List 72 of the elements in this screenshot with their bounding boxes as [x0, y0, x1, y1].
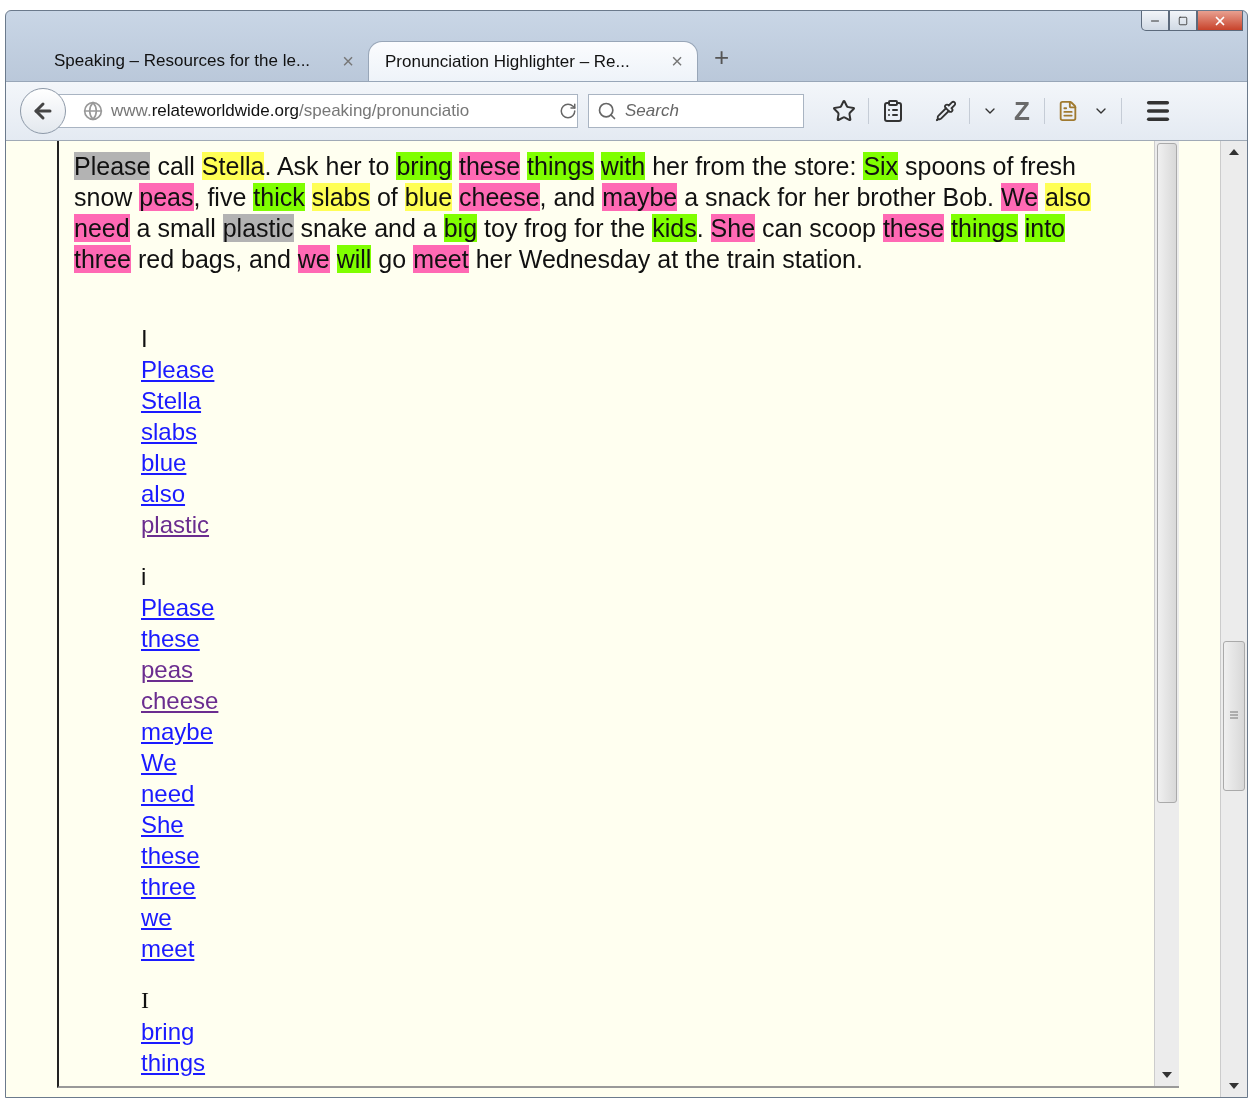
url-text: www.relateworldwide.org/speaking/pronunciatio: [111, 101, 471, 121]
highlighted-word: these: [458, 152, 521, 180]
highlighted-word: things: [527, 152, 594, 180]
word-link[interactable]: Please: [141, 354, 215, 385]
highlighted-word: also: [1045, 183, 1091, 211]
word-link[interactable]: peas: [141, 654, 194, 685]
highlighted-word: need: [74, 214, 130, 242]
highlighted-word: we: [297, 245, 330, 273]
highlighted-word: things: [951, 214, 1018, 242]
tab-title: Speaking – Resources for the le...: [54, 51, 311, 71]
highlighted-word: Please: [74, 152, 151, 180]
tab-close-button[interactable]: ×: [671, 50, 683, 73]
back-button[interactable]: [20, 88, 66, 134]
search-icon: [597, 101, 617, 121]
highlighted-word: She: [710, 214, 756, 242]
highlighted-word: these: [882, 214, 945, 242]
scroll-up-icon[interactable]: [1229, 149, 1239, 155]
highlighted-word: kids: [652, 214, 697, 242]
word-link[interactable]: Stella: [141, 385, 202, 416]
toolbar-logo-button[interactable]: Z: [1010, 95, 1034, 127]
word-link[interactable]: we: [141, 902, 172, 933]
highlighted-word: cheese: [459, 183, 540, 211]
word-link[interactable]: Please: [141, 592, 215, 623]
word-link[interactable]: also: [141, 478, 186, 509]
highlighted-word: into: [1024, 214, 1065, 242]
word-link[interactable]: things: [141, 1047, 206, 1078]
highlighted-word: blue: [404, 183, 453, 211]
scroll-down-icon[interactable]: [1162, 1072, 1172, 1078]
group-heading: I: [141, 986, 149, 1015]
maximize-icon: [1178, 15, 1188, 26]
highlighted-word: with: [600, 152, 646, 180]
word-link[interactable]: slabs: [141, 416, 198, 447]
word-link[interactable]: cheese: [141, 685, 219, 716]
close-button[interactable]: [1197, 11, 1243, 31]
highlighted-word: meet: [413, 245, 469, 273]
highlighted-word: maybe: [602, 183, 678, 211]
maximize-button[interactable]: [1169, 11, 1197, 31]
group-heading: i: [141, 562, 147, 592]
search-field[interactable]: Search: [588, 94, 804, 128]
scroll-down-icon[interactable]: [1229, 1083, 1239, 1089]
word-link[interactable]: these: [141, 623, 200, 654]
word-link[interactable]: We: [141, 747, 177, 778]
eyedropper-icon[interactable]: [933, 98, 959, 124]
highlighted-word: thick: [253, 183, 305, 211]
highlighted-word: We: [1001, 183, 1039, 211]
highlighted-word: plastic: [222, 214, 294, 242]
browser-tab[interactable]: Speaking – Resources for the le... ×: [38, 41, 368, 81]
highlighted-word: Six: [863, 152, 899, 180]
minimize-button[interactable]: [1141, 11, 1169, 31]
reload-icon[interactable]: [559, 102, 577, 120]
word-link[interactable]: three: [141, 871, 196, 902]
tab-title: Pronunciation Highlighter – Re...: [385, 51, 630, 72]
highlighted-word: peas: [139, 183, 194, 211]
highlighted-word: three: [74, 245, 131, 273]
word-link[interactable]: these: [141, 840, 200, 871]
word-link[interactable]: plastic: [141, 509, 210, 540]
new-tab-button[interactable]: +: [714, 42, 730, 73]
word-link[interactable]: She: [141, 809, 184, 840]
word-link[interactable]: maybe: [141, 716, 214, 747]
browser-tab[interactable]: Pronunciation Highlighter – Re... ×: [368, 41, 698, 81]
word-link[interactable]: blue: [141, 447, 187, 478]
word-link[interactable]: need: [141, 778, 195, 809]
globe-icon: [83, 101, 103, 121]
word-link[interactable]: bring: [141, 1016, 195, 1047]
highlighted-word: bring: [396, 152, 452, 180]
highlighted-word: will: [336, 245, 372, 273]
highlighted-word: slabs: [311, 183, 370, 211]
address-bar[interactable]: www.relateworldwide.org/speaking/pronunciatio: [58, 94, 578, 128]
group-heading: I: [141, 324, 148, 354]
search-input[interactable]: Search: [623, 100, 787, 122]
highlighted-word: big: [443, 214, 478, 242]
word-link[interactable]: meet: [141, 933, 195, 964]
